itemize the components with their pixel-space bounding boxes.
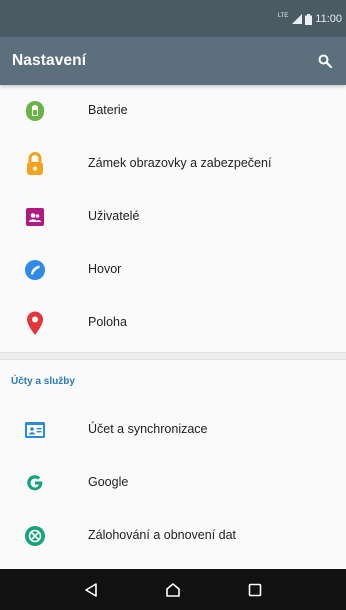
settings-item-lock-screen[interactable]: Zámek obrazovky a zabezpečení <box>0 138 346 191</box>
status-time: 11:00 <box>315 13 342 25</box>
status-bar: LTE 11:00 <box>0 0 346 37</box>
network-type-label: LTE <box>277 13 289 19</box>
recents-icon <box>248 583 262 597</box>
search-button[interactable] <box>314 50 336 72</box>
app-bar: Nastavení <box>0 37 346 85</box>
status-icons: LTE 11:00 <box>278 11 342 27</box>
settings-item-label: Zálohování a obnovení dat <box>88 528 237 542</box>
home-icon <box>166 583 180 597</box>
settings-item-users[interactable]: Uživatelé <box>0 191 346 244</box>
search-icon <box>318 54 332 68</box>
recents-button[interactable] <box>244 579 266 601</box>
settings-item-label: Hovor <box>88 262 122 276</box>
settings-item-label: Google <box>88 475 129 489</box>
page-title: Nastavení <box>12 52 87 69</box>
battery-icon <box>25 99 45 123</box>
battery-status-icon <box>305 13 313 25</box>
settings-item-accounts[interactable]: Účet a synchronizace <box>0 404 346 457</box>
settings-item-label: Uživatelé <box>88 209 140 223</box>
section-divider <box>0 352 346 360</box>
settings-item-label: Poloha <box>88 315 127 329</box>
account-sync-icon <box>25 418 45 442</box>
google-icon <box>25 471 45 495</box>
location-pin-icon <box>25 311 45 335</box>
settings-item-google[interactable]: Google <box>0 457 346 510</box>
backup-icon <box>25 524 45 548</box>
settings-item-label: Zámek obrazovky a zabezpečení <box>88 156 272 170</box>
settings-item-location[interactable]: Poloha <box>0 297 346 350</box>
back-button[interactable] <box>80 579 102 601</box>
section-header: Účty a služby <box>11 376 75 387</box>
back-icon <box>85 583 97 597</box>
settings-item-backup[interactable]: Zálohování a obnovení dat <box>0 510 346 563</box>
settings-item-label: Baterie <box>88 103 128 117</box>
navigation-bar <box>0 569 346 610</box>
users-icon <box>25 205 45 229</box>
settings-item-call[interactable]: Hovor <box>0 244 346 297</box>
signal-icon <box>292 14 303 24</box>
settings-item-battery[interactable]: Baterie <box>0 85 346 138</box>
lock-icon <box>25 152 45 176</box>
settings-item-label: Účet a synchronizace <box>88 422 208 436</box>
home-button[interactable] <box>162 579 184 601</box>
phone-icon <box>25 258 45 282</box>
